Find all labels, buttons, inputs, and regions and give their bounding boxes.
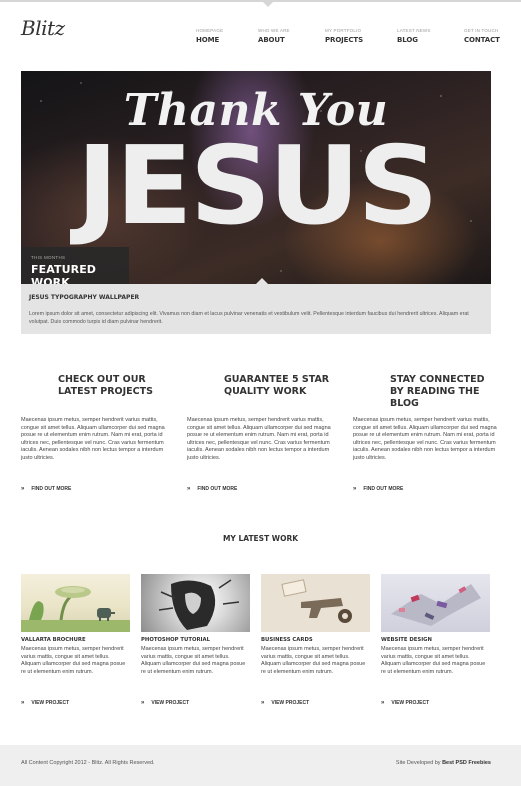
top-notch: [263, 2, 273, 7]
work-thumbnail[interactable]: [141, 574, 250, 632]
view-project-link[interactable]: » VIEW PROJECT: [381, 700, 490, 706]
find-out-more-link[interactable]: » FIND OUT MORE: [187, 486, 335, 492]
footer-credit-prefix: Site Developed by: [395, 760, 441, 766]
tutorial-illustration: [158, 579, 240, 630]
feature-body: Maecenas ipsum metus, semper hendrerit v…: [353, 417, 497, 461]
work-body: Maecenas ipsum metus, semper hendrerit v…: [21, 646, 126, 675]
feature-title: GUARANTEE 5 STAR QUALITY WORK: [224, 374, 330, 397]
site-footer: All Content Copyright 2012 - Blitz. All …: [0, 745, 521, 786]
nav-label: PROJECTS: [325, 36, 364, 44]
slide-caption: JESUS TYPOGRAPHY WALLPAPER Lorem ipsum d…: [21, 284, 491, 334]
link-label: VIEW PROJECT: [391, 700, 430, 706]
feature-column-blog: STAY CONNECTED BY READING THE BLOG Maece…: [353, 374, 501, 492]
link-label: VIEW PROJECT: [151, 700, 190, 706]
link-label: FIND OUT MORE: [197, 486, 238, 492]
nav-label: CONTACT: [464, 36, 500, 44]
nav-sub-label: HOMEPAGE: [196, 28, 224, 33]
work-body: Maecenas ipsum metus, semper hendrerit v…: [381, 646, 486, 675]
feature-title: CHECK OUT OUR LATEST PROJECTS: [58, 374, 153, 397]
work-title: VALLARTA BROCHURE: [21, 637, 86, 643]
nav-sub-label: LATEST NEWS: [397, 28, 431, 33]
work-thumbnail[interactable]: [21, 574, 130, 632]
nav-sub-label: MY PORTFOLIO: [325, 28, 362, 33]
website-illustration: [391, 584, 481, 626]
work-title: BUSINESS CARDS: [261, 637, 313, 643]
brochure-illustration: [21, 586, 130, 632]
work-item-cards: BUSINESS CARDS Maecenas ipsum metus, sem…: [261, 574, 370, 706]
slider-pagination: [423, 275, 483, 284]
nav-sub-label: WHO WE ARE: [258, 28, 290, 33]
feature-column-projects: CHECK OUT OUR LATEST PROJECTS Maecenas i…: [21, 374, 169, 492]
cards-illustration: [281, 579, 352, 623]
hero-slider[interactable]: Thank You JESUS THIS MONTHS FEATURED WOR…: [21, 71, 491, 284]
find-out-more-link[interactable]: » FIND OUT MORE: [21, 486, 169, 492]
nav-item-home[interactable]: HOMEPAGE HOME: [196, 28, 223, 44]
link-label: VIEW PROJECT: [31, 700, 70, 706]
feature-body: Maecenas ipsum metus, semper hendrerit v…: [187, 417, 331, 461]
double-arrow-icon: »: [381, 700, 385, 706]
work-thumbnail[interactable]: [381, 574, 490, 632]
caption-text: Lorem ipsum dolor sit amet, consectetur …: [29, 311, 469, 325]
work-title: WEBSITE DESIGN: [381, 637, 432, 643]
work-title: PHOTOSHOP TUTORIAL: [141, 637, 210, 643]
feature-body: Maecenas ipsum metus, semper hendrerit v…: [21, 417, 165, 461]
nav-label: ABOUT: [258, 36, 285, 44]
hero-title-line2: JESUS: [76, 124, 438, 249]
caption-title: JESUS TYPOGRAPHY WALLPAPER: [29, 294, 140, 301]
featured-title: FEATURED WORK: [31, 263, 97, 284]
work-thumbnail[interactable]: [261, 574, 370, 632]
nav-item-projects[interactable]: MY PORTFOLIO PROJECTS: [325, 28, 363, 44]
footer-credit-link[interactable]: Best PSD Freebies: [442, 760, 491, 766]
view-project-link[interactable]: » VIEW PROJECT: [21, 700, 130, 706]
double-arrow-icon: »: [187, 486, 191, 492]
latest-work-heading: MY LATEST WORK: [222, 534, 299, 543]
link-label: FIND OUT MORE: [363, 486, 404, 492]
link-label: VIEW PROJECT: [271, 700, 310, 706]
view-project-link[interactable]: » VIEW PROJECT: [141, 700, 250, 706]
work-body: Maecenas ipsum metus, semper hendrerit v…: [261, 646, 366, 675]
main-nav: HOMEPAGE HOME WHO WE ARE ABOUT MY PORTFO…: [0, 28, 521, 48]
work-body: Maecenas ipsum metus, semper hendrerit v…: [141, 646, 246, 675]
feature-column-quality: GUARANTEE 5 STAR QUALITY WORK Maecenas i…: [187, 374, 335, 492]
nav-label: BLOG: [397, 36, 418, 44]
footer-copyright: All Content Copyright 2012 - Blitz. All …: [21, 760, 155, 766]
nav-sub-label: GET IN TOUCH: [464, 28, 499, 33]
work-item-brochure: VALLARTA BROCHURE Maecenas ipsum metus, …: [21, 574, 130, 706]
work-item-website: WEBSITE DESIGN Maecenas ipsum metus, sem…: [381, 574, 490, 706]
work-item-tutorial: PHOTOSHOP TUTORIAL Maecenas ipsum metus,…: [141, 574, 250, 706]
link-label: FIND OUT MORE: [31, 486, 72, 492]
featured-work-label: THIS MONTHS FEATURED WORK: [21, 247, 129, 284]
feature-title: STAY CONNECTED BY READING THE BLOG: [390, 374, 485, 409]
find-out-more-link[interactable]: » FIND OUT MORE: [353, 486, 501, 492]
double-arrow-icon: »: [141, 700, 145, 706]
nav-item-contact[interactable]: GET IN TOUCH CONTACT: [464, 28, 500, 44]
double-arrow-icon: »: [21, 700, 25, 706]
double-arrow-icon: »: [353, 486, 357, 492]
nav-item-about[interactable]: WHO WE ARE ABOUT: [258, 28, 290, 44]
nav-label: HOME: [196, 36, 220, 44]
view-project-link[interactable]: » VIEW PROJECT: [261, 700, 370, 706]
featured-sub-label: THIS MONTHS: [31, 255, 66, 260]
footer-credit: Site Developed by Best PSD Freebies: [396, 760, 491, 766]
top-border: [0, 0, 521, 2]
double-arrow-icon: »: [21, 486, 25, 492]
nav-item-blog[interactable]: LATEST NEWS BLOG: [397, 28, 431, 44]
double-arrow-icon: »: [261, 700, 265, 706]
